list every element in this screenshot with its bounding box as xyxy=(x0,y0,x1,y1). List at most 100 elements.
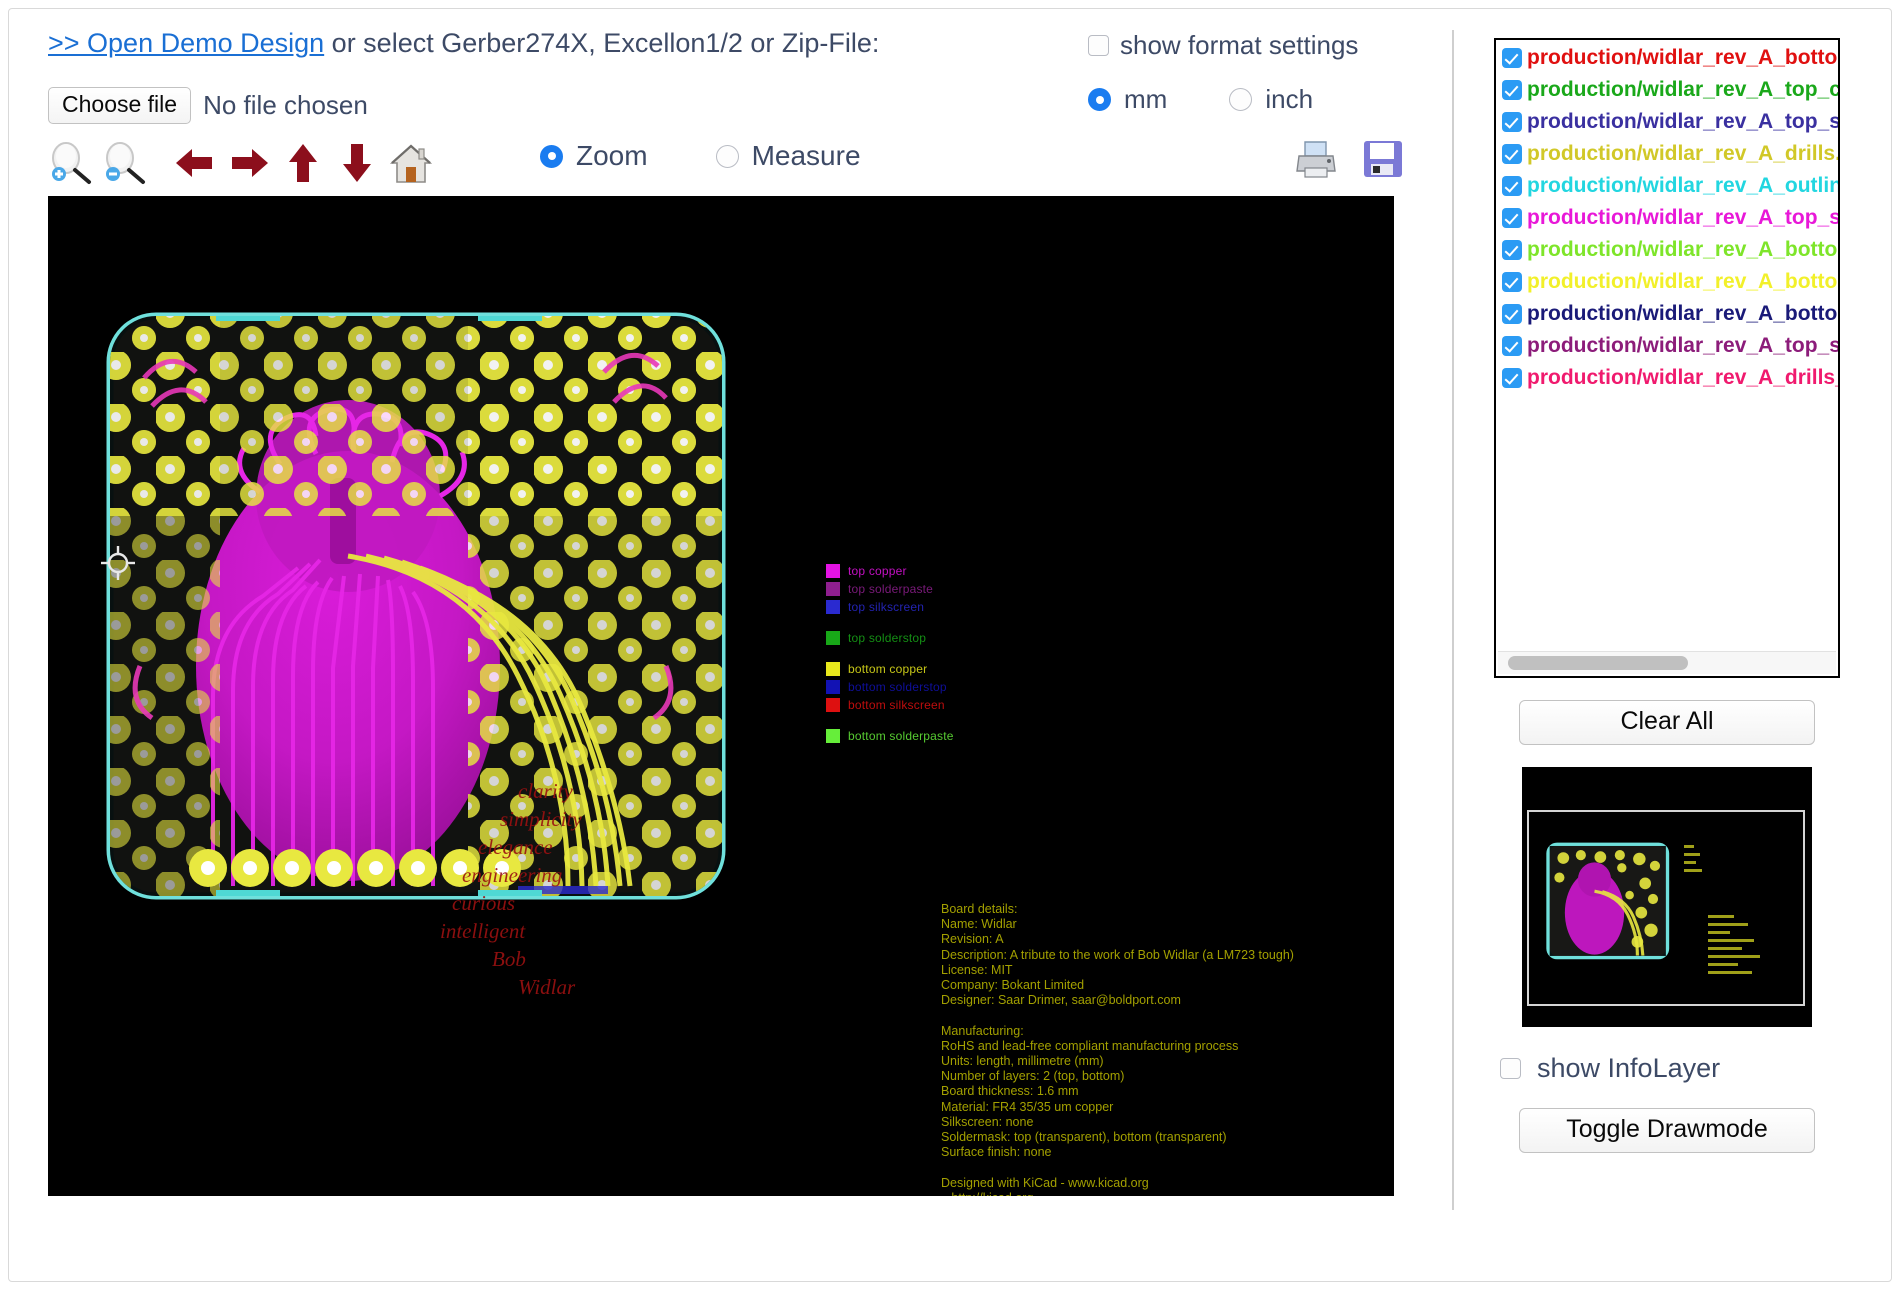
viewer-toolbar: Zoom Measure xyxy=(48,138,1448,188)
show-infolayer-label: show InfoLayer xyxy=(1537,1053,1721,1083)
file-format-hint: or select Gerber274X, Excellon1/2 or Zip… xyxy=(324,28,880,58)
show-format-settings-checkbox[interactable] xyxy=(1088,35,1109,56)
svg-text:curious: curious xyxy=(452,891,515,915)
legend-label: top silkscreen xyxy=(848,599,925,614)
gerber-viewer-page: >> Open Demo Design or select Gerber274X… xyxy=(0,0,1900,1290)
toggle-drawmode-button[interactable]: Toggle Drawmode xyxy=(1519,1108,1815,1153)
mode-radio-measure[interactable] xyxy=(715,144,739,168)
unit-selector[interactable]: mm inch xyxy=(1088,84,1313,115)
legend-color-swatch xyxy=(826,661,840,676)
legend-row: bottom silkscreen xyxy=(826,696,954,713)
unit-radio-mm[interactable] xyxy=(1088,88,1111,111)
layer-list-scroll: production/widlar_rev_A_bottom_copper.gb… xyxy=(1496,40,1838,652)
save-floppy-icon[interactable] xyxy=(1361,138,1405,180)
arrow-down-icon[interactable] xyxy=(334,141,380,185)
layer-list-item[interactable]: production/widlar_rev_A_bottom_soldersto… xyxy=(1496,298,1838,330)
legend-row: top silkscreen xyxy=(826,598,954,615)
zoom-in-icon[interactable] xyxy=(48,141,94,185)
column-divider xyxy=(1452,30,1454,1210)
layer-list-item[interactable]: production/widlar_rev_A_top_solderstop.g… xyxy=(1496,330,1838,362)
layer-visibility-checkbox[interactable] xyxy=(1502,80,1522,100)
layer-visibility-checkbox[interactable] xyxy=(1502,144,1522,164)
arrow-right-icon[interactable] xyxy=(226,141,272,185)
legend-row: top solderpaste xyxy=(826,580,954,597)
legend-label: top solderstop xyxy=(848,630,927,645)
choose-file-button[interactable]: Choose file xyxy=(48,86,192,124)
arrow-up-icon[interactable] xyxy=(280,141,326,185)
mode-label-zoom: Zoom xyxy=(576,140,648,171)
layer-visibility-checkbox[interactable] xyxy=(1502,368,1522,388)
layer-list-item[interactable]: production/widlar_rev_A_outline.gbr xyxy=(1496,170,1838,202)
layer-list-box[interactable]: production/widlar_rev_A_bottom_copper.gb… xyxy=(1494,38,1840,678)
mode-radio-zoom[interactable] xyxy=(540,144,563,168)
layer-name-label: production/widlar_rev_A_bottom_solderpas… xyxy=(1527,238,1838,261)
layer-list-item[interactable]: production/widlar_rev_A_drills.drl xyxy=(1496,138,1838,170)
open-file-row: >> Open Demo Design or select Gerber274X… xyxy=(48,28,1448,72)
clear-all-button[interactable]: Clear All xyxy=(1519,700,1815,745)
layer-name-label: production/widlar_rev_A_drills.drl xyxy=(1527,142,1838,165)
layer-name-label: production/widlar_rev_A_bottom_copper.gb… xyxy=(1527,46,1838,69)
legend-label: bottom solderstop xyxy=(848,679,947,694)
layer-list-item[interactable]: production/widlar_rev_A_top_solderpaste.… xyxy=(1496,202,1838,234)
layer-visibility-checkbox[interactable] xyxy=(1502,208,1522,228)
unit-radio-inch[interactable] xyxy=(1229,88,1253,111)
svg-text:B: B xyxy=(574,906,648,954)
minimap-preview[interactable] xyxy=(1522,767,1812,1027)
layer-visibility-checkbox[interactable] xyxy=(1502,112,1522,132)
mode-selector[interactable]: Zoom Measure xyxy=(540,140,861,172)
layer-list-item[interactable]: production/widlar_rev_A_drills_plated.dr… xyxy=(1496,362,1838,394)
layer-name-label: production/widlar_rev_A_bottom_silkscree… xyxy=(1527,270,1838,293)
layer-list-item[interactable]: production/widlar_rev_A_bottom_copper.gb… xyxy=(1496,42,1838,74)
layer-visibility-checkbox[interactable] xyxy=(1502,304,1522,324)
legend-color-swatch xyxy=(826,599,840,614)
show-infolayer-checkbox[interactable] xyxy=(1500,1058,1521,1079)
layer-visibility-checkbox[interactable] xyxy=(1502,336,1522,356)
layer-list-item[interactable]: production/widlar_rev_A_bottom_solderpas… xyxy=(1496,234,1838,266)
file-input-row: Choose file No file chosen mm inch xyxy=(48,84,1448,126)
layer-visibility-checkbox[interactable] xyxy=(1502,240,1522,260)
legend-color-swatch xyxy=(826,630,840,645)
layer-list-hscroll-thumb[interactable] xyxy=(1508,656,1688,670)
svg-text:elegance: elegance xyxy=(478,835,553,859)
mode-label-measure: Measure xyxy=(751,140,861,171)
legend-row: bottom copper xyxy=(826,660,954,677)
legend-label: bottom silkscreen xyxy=(848,697,945,712)
layer-list-item[interactable]: production/widlar_rev_A_top_silkscreen.g… xyxy=(1496,106,1838,138)
svg-text:simplicity: simplicity xyxy=(500,807,582,831)
legend-color-swatch xyxy=(826,697,840,712)
zoom-out-icon[interactable] xyxy=(102,141,148,185)
printer-icon[interactable] xyxy=(1293,138,1339,180)
layer-visibility-checkbox[interactable] xyxy=(1502,176,1522,196)
layer-name-label: production/widlar_rev_A_top_copper.gbr xyxy=(1527,78,1838,101)
layers-sidebar: production/widlar_rev_A_bottom_copper.gb… xyxy=(1494,38,1840,1153)
chosen-file-name: No file chosen xyxy=(203,89,368,120)
show-infolayer-row[interactable]: show InfoLayer xyxy=(1500,1053,1840,1084)
layer-list-hscrollbar[interactable] xyxy=(1498,651,1836,674)
pcb-canvas[interactable]: B clarity simplicity elegance engineerin… xyxy=(48,196,1394,1196)
layer-visibility-checkbox[interactable] xyxy=(1502,272,1522,292)
unit-label-inch: inch xyxy=(1265,84,1314,114)
layer-name-label: production/widlar_rev_A_bottom_soldersto… xyxy=(1527,302,1838,325)
legend-label: bottom copper xyxy=(848,661,928,676)
svg-text:clarity: clarity xyxy=(518,779,573,803)
home-icon[interactable] xyxy=(388,141,434,185)
layer-name-label: production/widlar_rev_A_outline.gbr xyxy=(1527,174,1838,197)
board-info-text: Board details: Name: Widlar Revision: A … xyxy=(941,902,1294,1196)
show-format-settings-row[interactable]: show format settings xyxy=(1088,30,1358,61)
layer-name-label: production/widlar_rev_A_top_silkscreen.g… xyxy=(1527,110,1838,133)
layer-name-label: production/widlar_rev_A_drills_plated.dr… xyxy=(1527,366,1838,389)
arrow-left-icon[interactable] xyxy=(172,141,218,185)
legend-row: top copper xyxy=(826,562,954,579)
layer-list-item[interactable]: production/widlar_rev_A_top_copper.gbr xyxy=(1496,74,1838,106)
layer-list-item[interactable]: production/widlar_rev_A_bottom_silkscree… xyxy=(1496,266,1838,298)
show-format-settings-label: show format settings xyxy=(1120,30,1359,60)
layer-name-label: production/widlar_rev_A_top_solderstop.g… xyxy=(1527,334,1838,357)
open-demo-design-link[interactable]: >> Open Demo Design xyxy=(48,28,324,58)
legend-label: bottom solderpaste xyxy=(848,728,954,743)
svg-text:Widlar: Widlar xyxy=(518,975,576,999)
legend-label: top solderpaste xyxy=(848,581,934,596)
legend-row: bottom solderstop xyxy=(826,678,954,695)
layer-name-label: production/widlar_rev_A_top_solderpaste.… xyxy=(1527,206,1838,229)
crosshair-icon xyxy=(101,546,135,580)
layer-visibility-checkbox[interactable] xyxy=(1502,48,1522,68)
